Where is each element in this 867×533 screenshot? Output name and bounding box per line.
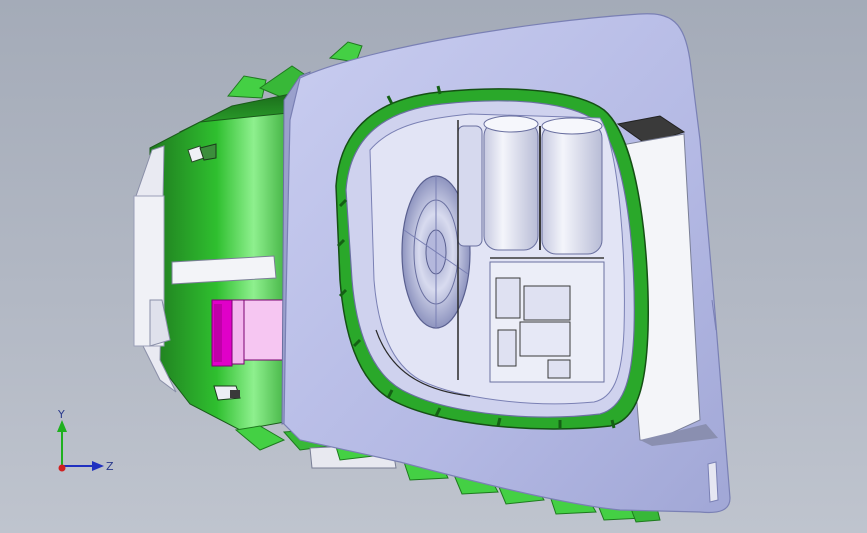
connector-block[interactable] bbox=[211, 299, 285, 367]
z-axis-arrow bbox=[92, 461, 104, 471]
y-axis-label: Y bbox=[57, 408, 65, 421]
cell-array[interactable] bbox=[457, 115, 603, 255]
y-axis-arrow bbox=[57, 420, 67, 432]
cad-3d-viewport[interactable]: Y Z bbox=[0, 0, 867, 533]
cell-window[interactable] bbox=[335, 85, 649, 430]
z-axis-label: Z bbox=[106, 460, 114, 473]
battery-pack-3d-model[interactable] bbox=[0, 0, 867, 533]
bms-board[interactable] bbox=[489, 257, 605, 383]
origin-dot bbox=[58, 464, 66, 472]
orientation-triad: Y Z bbox=[57, 408, 114, 473]
